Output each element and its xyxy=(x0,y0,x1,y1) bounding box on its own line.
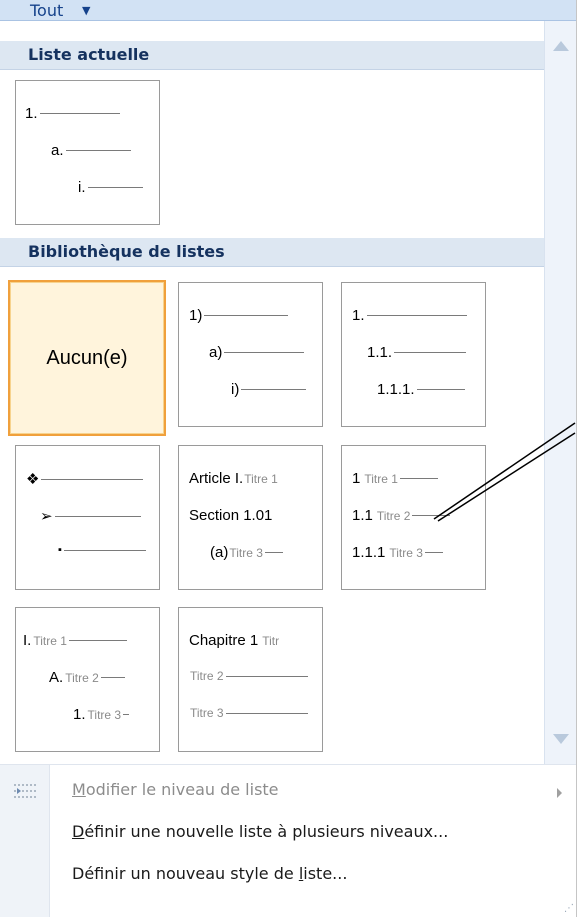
callout-pointer xyxy=(433,422,576,522)
tile-level-text: Titre 3 xyxy=(190,706,224,720)
tile-level-text: Titre 2 xyxy=(65,670,99,685)
tile-level-marker: 1. xyxy=(25,105,38,122)
tile-level-marker: 1.1. xyxy=(367,344,393,361)
level-line xyxy=(41,478,144,480)
tile-level-marker: I. xyxy=(23,632,32,649)
level-line xyxy=(225,712,308,714)
menu-icon-column xyxy=(0,765,50,917)
dropdown-arrow-icon[interactable]: ▼ xyxy=(82,4,90,17)
tile-level-text: Titre 1 xyxy=(364,471,398,486)
filter-dropdown-label[interactable]: Tout xyxy=(30,1,63,20)
diamond-bullet-icon: ❖ xyxy=(26,471,40,488)
level-line xyxy=(366,315,467,316)
tile-level-marker: Chapitre 1 xyxy=(189,632,259,649)
square-bullet-icon: ▪ xyxy=(58,544,62,556)
tile-level-text: Titre 1 xyxy=(244,471,278,486)
tile-level-marker: Article I. xyxy=(189,470,244,487)
arrow-bullet-icon: ➢ xyxy=(40,508,53,525)
level-line xyxy=(54,515,141,517)
tile-level-marker: 1 xyxy=(352,470,361,487)
level-line xyxy=(225,675,308,677)
change-list-level-item[interactable]: Modifier le niveau de liste xyxy=(72,780,279,799)
tile-level-marker: 1.1.1 xyxy=(352,544,386,561)
submenu-arrow-icon xyxy=(557,788,562,798)
gallery-scrollbar[interactable] xyxy=(544,21,576,764)
tile-level-text: Titre 2 xyxy=(376,508,411,523)
tile-level-text: Titre 1 xyxy=(33,633,67,648)
resize-grip-icon[interactable]: ⋰ xyxy=(564,903,574,914)
define-multilevel-list-item[interactable]: Définir une nouvelle liste à plusieurs n… xyxy=(72,822,448,841)
tile-level-marker: a) xyxy=(209,344,223,361)
list-tile-outline-roman[interactable]: I. Titre 1 A. Titre 2 1. Titre 3 xyxy=(15,607,160,752)
library-header: Bibliothèque de listes xyxy=(0,238,544,267)
list-options-menu: Modifier le niveau de liste Définir une … xyxy=(0,764,576,917)
tile-level-marker: 1. xyxy=(352,307,365,324)
list-tile-numbered-parens[interactable]: 1) a) i) xyxy=(178,282,323,427)
level-line xyxy=(123,714,130,715)
tile-level-marker: 1. xyxy=(73,706,86,723)
current-list-tile[interactable]: 1. a. i. xyxy=(15,80,160,225)
tile-level-text: Titre 3 xyxy=(229,545,263,560)
filter-bar: Tout ▼ xyxy=(0,0,576,21)
level-line xyxy=(87,187,143,188)
level-line xyxy=(68,640,127,641)
level-line xyxy=(65,150,131,151)
tile-level-marker: 1.1.1. xyxy=(377,381,415,398)
level-line xyxy=(241,389,307,390)
tile-level-text: Titre 2 xyxy=(190,669,224,683)
list-tile-none[interactable]: Aucun(e) xyxy=(8,280,166,436)
list-tile-article-section[interactable]: Article I. Titre 1 Section 1.01 (a) Titre … xyxy=(178,445,323,590)
tile-level-marker: Section 1.01 xyxy=(189,507,273,524)
tile-level-marker: 1.1 xyxy=(352,507,373,524)
none-label: Aucun(e) xyxy=(46,346,128,369)
tile-level-marker: i. xyxy=(78,179,86,196)
current-list-header: Liste actuelle xyxy=(0,41,544,70)
level-line xyxy=(424,552,443,553)
level-line xyxy=(224,352,305,353)
list-tile-bullets[interactable]: ❖ ➢ ▪ xyxy=(15,445,160,590)
tile-level-text: Titr xyxy=(262,633,280,648)
level-line xyxy=(264,552,283,553)
tile-level-marker: 1) xyxy=(189,307,203,324)
level-line xyxy=(39,113,120,114)
tile-level-text: Titre 3 xyxy=(87,707,122,722)
current-list-title: Liste actuelle xyxy=(28,45,150,64)
list-tile-legal-numbering[interactable]: 1. 1.1. 1.1.1. xyxy=(341,282,486,427)
tile-level-marker: (a) xyxy=(210,544,229,561)
define-list-style-item[interactable]: Définir un nouveau style de liste... xyxy=(72,864,347,883)
level-line xyxy=(416,389,465,390)
multilevel-list-gallery: Tout ▼ Liste actuelle 1. a. i. Bibliothè… xyxy=(0,0,577,917)
level-line xyxy=(394,352,467,353)
tile-level-text: Titre 3 xyxy=(389,545,423,560)
level-line xyxy=(100,677,125,678)
list-tile-chapter[interactable]: Chapitre 1 Titr Titre 2 Titre 3 xyxy=(178,607,323,752)
level-line xyxy=(204,315,289,316)
level-line xyxy=(63,549,146,551)
scroll-down-arrow-icon[interactable] xyxy=(553,734,569,744)
scroll-up-arrow-icon[interactable] xyxy=(553,41,569,51)
indent-level-icon xyxy=(14,784,36,798)
tile-level-marker: i) xyxy=(231,381,240,398)
tile-level-marker: a. xyxy=(51,142,64,159)
library-title: Bibliothèque de listes xyxy=(28,242,225,261)
tile-level-marker: A. xyxy=(49,669,64,686)
